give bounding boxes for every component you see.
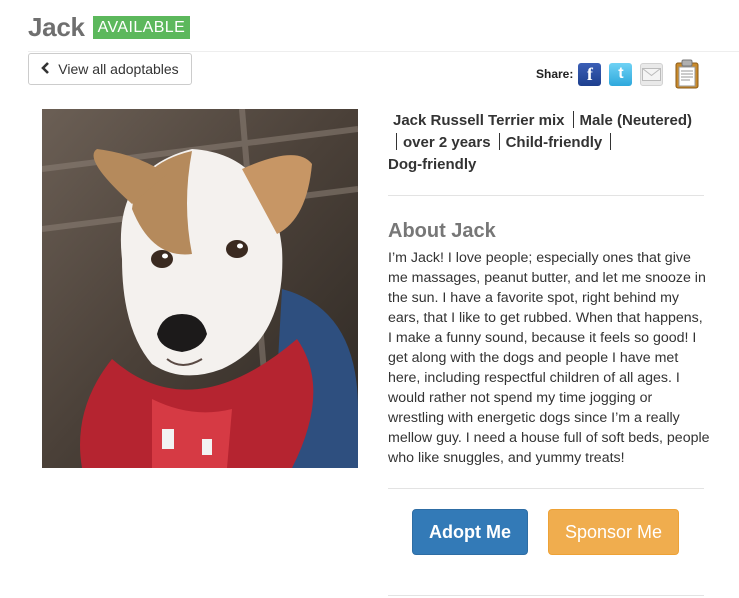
trait-age: over 2 years <box>403 134 491 151</box>
facebook-icon[interactable]: f <box>578 62 602 86</box>
about-heading: About Jack <box>388 220 496 242</box>
email-icon[interactable] <box>640 62 664 86</box>
pet-traits: Jack Russell Terrier mix Male (Neutered) o… <box>388 110 704 176</box>
divider <box>388 488 704 489</box>
trait-child-friendly: Child-friendly <box>505 134 603 151</box>
page-title-row: Jack AVAILABLE <box>28 10 191 44</box>
clipboard-icon[interactable] <box>675 59 699 89</box>
page-title: Jack <box>28 11 85 42</box>
trait-dog-friendly: Dog-friendly <box>388 156 477 173</box>
share-bar: Share: f t <box>530 57 710 91</box>
trait-sex: Male (Neutered) <box>579 112 693 129</box>
back-button-label: View all adoptables <box>58 61 179 77</box>
sponsor-me-button[interactable]: Sponsor Me <box>548 509 679 555</box>
about-text: I’m Jack! I love people; especially ones… <box>388 250 710 466</box>
pet-photo <box>41 108 359 469</box>
trait-breed: Jack Russell Terrier mix <box>393 112 565 129</box>
status-badge: AVAILABLE <box>92 15 191 39</box>
share-label: Share: <box>536 67 574 81</box>
divider <box>388 595 704 596</box>
adopt-me-button[interactable]: Adopt Me <box>412 509 528 555</box>
divider <box>388 195 704 196</box>
view-all-adoptables-button[interactable]: View all adoptables <box>28 53 192 85</box>
divider <box>28 51 739 52</box>
twitter-icon[interactable]: t <box>609 62 633 86</box>
chevron-left-icon <box>41 61 50 77</box>
